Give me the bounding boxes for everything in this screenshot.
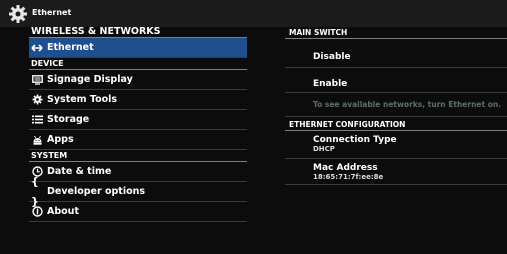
sidebar-item-label: Date & time <box>47 165 112 177</box>
sidebar-item-system-tools[interactable]: System Tools <box>29 90 247 110</box>
mac-address-item[interactable]: Mac Address 18:65:71:7f:ee:8e <box>285 159 507 185</box>
sidebar-item-label: About <box>47 205 79 217</box>
sidebar-item-signage-display[interactable]: Signage Display <box>29 70 247 90</box>
disable-option[interactable]: Disable <box>285 39 507 68</box>
section-header-wireless: WIRELESS & NETWORKS <box>29 27 247 38</box>
android-icon <box>31 134 43 146</box>
ethernet-configuration-header: ETHERNET CONFIGURATION <box>285 119 507 131</box>
section-header-device: DEVICE <box>29 58 247 70</box>
enable-option[interactable]: Enable <box>285 68 507 93</box>
connection-type-item[interactable]: Connection Type DHCP <box>285 131 507 159</box>
title-bar: Ethernet <box>0 0 507 27</box>
sidebar-item-label: Ethernet <box>47 41 94 53</box>
arrows-left-right-icon <box>31 42 43 54</box>
sidebar-item-label: Signage Display <box>47 73 133 85</box>
sidebar-item-ethernet[interactable]: Ethernet <box>29 38 247 58</box>
ethernet-off-note: To see available networks, turn Ethernet… <box>285 93 507 117</box>
window-title: Ethernet <box>32 8 72 17</box>
enable-label: Enable <box>313 79 348 89</box>
sidebar-item-label: System Tools <box>47 93 118 105</box>
settings-detail-panel: MAIN SWITCH Disable Enable To see availa… <box>285 27 507 185</box>
sidebar-item-apps[interactable]: Apps <box>29 130 247 150</box>
connection-type-value: DHCP <box>313 145 335 153</box>
display-icon <box>31 74 43 86</box>
list-icon <box>31 114 43 126</box>
sidebar-item-label: Developer options <box>47 185 146 197</box>
connection-type-label: Connection Type <box>313 135 397 145</box>
gear-icon <box>31 94 43 106</box>
section-header-system: SYSTEM <box>29 150 247 162</box>
main-switch-header: MAIN SWITCH <box>285 27 507 39</box>
sidebar-item-developer-options[interactable]: { } Developer options <box>29 174 247 208</box>
info-icon <box>31 206 43 218</box>
disable-label: Disable <box>313 52 351 62</box>
gear-icon <box>9 5 27 23</box>
mac-address-label: Mac Address <box>313 163 378 173</box>
braces-icon: { } <box>31 174 39 208</box>
sidebar-item-label: Apps <box>47 133 74 145</box>
sidebar-item-label: Storage <box>47 113 90 125</box>
sidebar-item-date-time[interactable]: Date & time <box>29 162 247 182</box>
sidebar-item-storage[interactable]: Storage <box>29 110 247 130</box>
sidebar-item-about[interactable]: About <box>29 202 247 222</box>
mac-address-value: 18:65:71:7f:ee:8e <box>313 173 384 181</box>
settings-sidebar: WIRELESS & NETWORKS Ethernet DEVICE Sign… <box>29 27 247 222</box>
